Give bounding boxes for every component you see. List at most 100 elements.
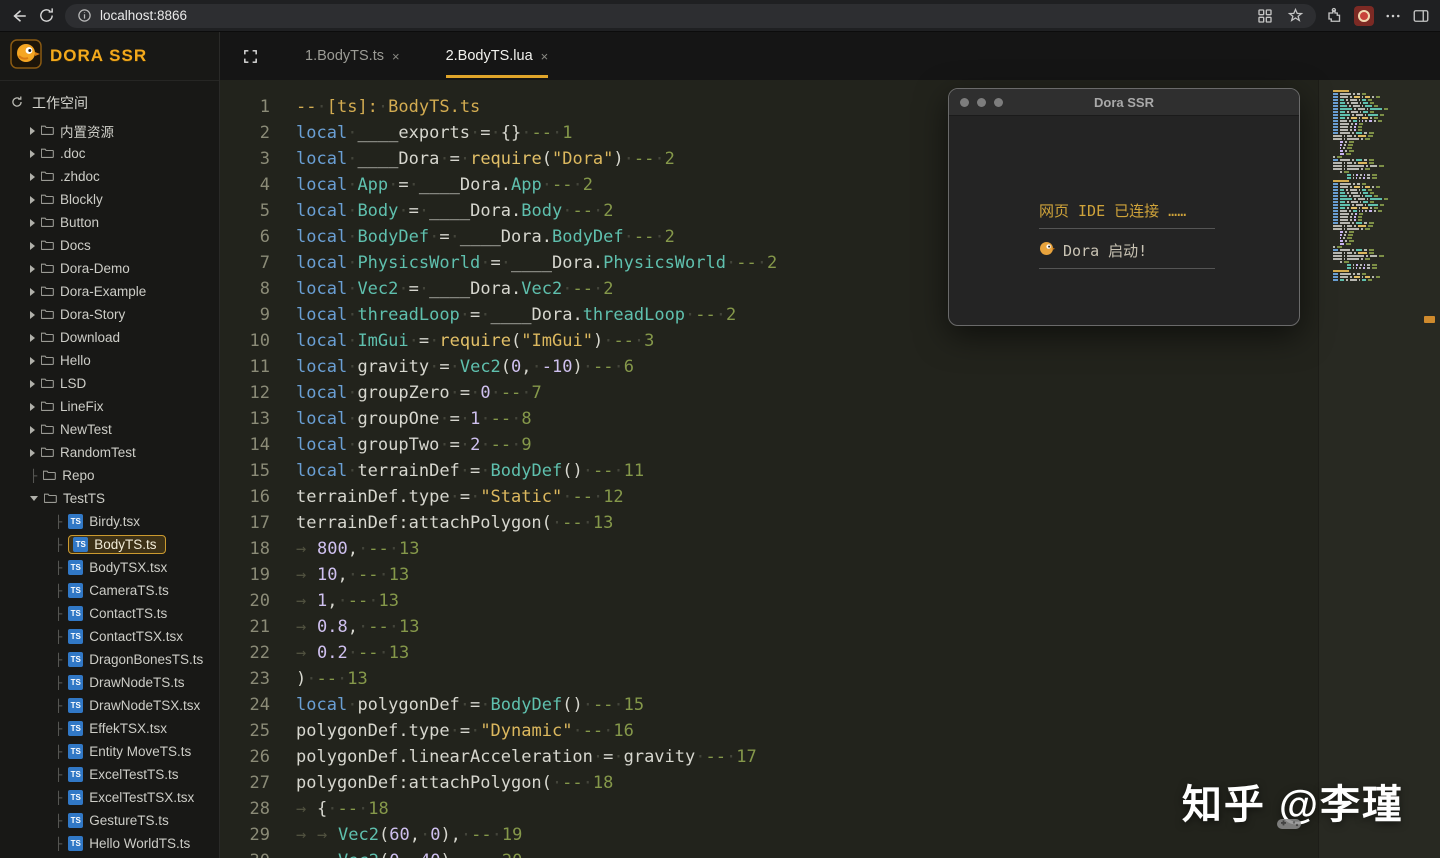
- line-number: 22: [220, 640, 270, 666]
- tree-file-DrawNodeTS.ts[interactable]: ├TSDrawNodeTS.ts: [0, 671, 219, 694]
- tree-file-Hello WorldTS.ts[interactable]: ├TSHello WorldTS.ts: [0, 832, 219, 855]
- code-line-12[interactable]: 12local·groupZero·=·0·--·7: [220, 380, 1318, 406]
- tree-file-BodyTSX.tsx[interactable]: ├TSBodyTSX.tsx: [0, 556, 219, 579]
- code-line-21[interactable]: 21→0.8,·--·13: [220, 614, 1318, 640]
- preview-window-titlebar[interactable]: Dora SSR: [949, 89, 1299, 116]
- tab-groups-icon[interactable]: [1257, 8, 1273, 24]
- tree-folder-TestTS[interactable]: TestTS: [0, 487, 219, 510]
- scrollbar-marker[interactable]: [1424, 316, 1435, 323]
- extension-avatar-icon[interactable]: [1354, 6, 1374, 26]
- tree-folder-Docs[interactable]: Docs: [0, 234, 219, 257]
- code-line-20[interactable]: 20→1,·--·13: [220, 588, 1318, 614]
- code-line-16[interactable]: 16terrainDef.type·=·"Static"·--·12: [220, 484, 1318, 510]
- code-line-13[interactable]: 13local·groupOne·=·1·--·8: [220, 406, 1318, 432]
- tree-line: ├: [55, 791, 62, 805]
- code-line-28[interactable]: 28→{·--·18: [220, 796, 1318, 822]
- chevron-right-icon: [30, 219, 35, 227]
- tree-folder-RandomTest[interactable]: RandomTest: [0, 441, 219, 464]
- tree-file-ContactTSX.tsx[interactable]: ├TSContactTSX.tsx: [0, 625, 219, 648]
- line-number: 4: [220, 172, 270, 198]
- code-line-10[interactable]: 10local·ImGui·=·require("ImGui")·--·3: [220, 328, 1318, 354]
- tab-close-icon[interactable]: ×: [392, 49, 400, 64]
- tree-file-DrawNodeTSX.tsx[interactable]: ├TSDrawNodeTSX.tsx: [0, 694, 219, 717]
- tree-folder-LSD[interactable]: LSD: [0, 372, 219, 395]
- browser-menu-icon[interactable]: [1384, 7, 1402, 25]
- side-panel-icon[interactable]: [1412, 7, 1430, 25]
- code-line-19[interactable]: 19→10,·--·13: [220, 562, 1318, 588]
- code-line-22[interactable]: 22→0.2·--·13: [220, 640, 1318, 666]
- tree-folder-Button[interactable]: Button: [0, 211, 219, 234]
- chevron-down-icon: [30, 496, 38, 501]
- minimap-column: [1318, 80, 1440, 858]
- folder-label: Button: [60, 215, 99, 230]
- tree-line: ├: [55, 745, 62, 759]
- minimap[interactable]: [1333, 90, 1430, 290]
- code-line-29[interactable]: 29→→Vec2(60,·0),·--·19: [220, 822, 1318, 848]
- tree-folder-NewTest[interactable]: NewTest: [0, 418, 219, 441]
- ts-file-icon: TS: [73, 537, 88, 552]
- code-line-11[interactable]: 11local·gravity·=·Vec2(0,·-10)·--·6: [220, 354, 1318, 380]
- code-line-18[interactable]: 18→800,·--·13: [220, 536, 1318, 562]
- tree-file-ExcelTestTS.ts[interactable]: ├TSExcelTestTS.ts: [0, 763, 219, 786]
- tree-file-DragonBonesTS.ts[interactable]: ├TSDragonBonesTS.ts: [0, 648, 219, 671]
- app-logo: DORA SSR: [0, 32, 219, 81]
- line-number: 3: [220, 146, 270, 172]
- code-line-23[interactable]: 23)·--·13: [220, 666, 1318, 692]
- bookmark-star-icon[interactable]: [1287, 7, 1304, 24]
- tree-file-GestureTS.ts[interactable]: ├TSGestureTS.ts: [0, 809, 219, 832]
- tab-bodyts-lua[interactable]: 2.BodyTS.lua ×: [446, 34, 549, 78]
- file-tree: 内置资源.doc .zhdoc Blockly Button DocsDora-Demo…: [0, 119, 219, 855]
- tree-line: ├: [55, 699, 62, 713]
- address-bar[interactable]: localhost:8866: [65, 4, 1316, 28]
- editor-area: 1.BodyTS.ts × 2.BodyTS.lua × 1--·[ts]:·B…: [220, 32, 1440, 858]
- file-label: EffekTSX.tsx: [89, 721, 167, 736]
- tree-line: ├: [55, 653, 62, 667]
- tree-folder-Dora-Example[interactable]: Dora-Example: [0, 280, 219, 303]
- tree-folder-Dora-Demo[interactable]: Dora-Demo: [0, 257, 219, 280]
- fullscreen-icon[interactable]: [242, 48, 259, 65]
- code-line-26[interactable]: 26polygonDef.linearAcceleration·=·gravit…: [220, 744, 1318, 770]
- tree-folder-Download[interactable]: Download: [0, 326, 219, 349]
- back-icon[interactable]: [10, 7, 28, 25]
- code-line-17[interactable]: 17terrainDef:attachPolygon(·--·13: [220, 510, 1318, 536]
- workspace-header[interactable]: 工作空间: [0, 81, 219, 119]
- code-line-27[interactable]: 27polygonDef:attachPolygon(·--·18: [220, 770, 1318, 796]
- extensions-icon[interactable]: [1326, 7, 1344, 25]
- tree-folder-Repo[interactable]: ├Repo: [0, 464, 219, 487]
- tree-folder-LineFix[interactable]: LineFix: [0, 395, 219, 418]
- code-line-24[interactable]: 24local·polygonDef·=·BodyDef()·--·15: [220, 692, 1318, 718]
- line-content: polygonDef:attachPolygon(·--·18: [296, 770, 613, 796]
- folder-label: NewTest: [60, 422, 112, 437]
- tab-close-icon[interactable]: ×: [541, 49, 549, 64]
- code-line-25[interactable]: 25polygonDef.type·=·"Dynamic"·--·16: [220, 718, 1318, 744]
- dora-preview-window[interactable]: Dora SSR 网页 IDE 已连接 …… Dora 启动!: [948, 88, 1300, 326]
- folder-label: .zhdoc: [60, 169, 100, 184]
- line-content: local·Vec2·=·____Dora.Vec2·--·2: [296, 276, 613, 302]
- code-line-14[interactable]: 14local·groupTwo·=·2·--·9: [220, 432, 1318, 458]
- site-info-icon[interactable]: [77, 8, 92, 23]
- code-line-30[interactable]: 30→→Vec2(0,·40),·--·20: [220, 848, 1318, 858]
- tree-folder-.zhdoc[interactable]: .zhdoc: [0, 165, 219, 188]
- tree-folder-Hello[interactable]: Hello: [0, 349, 219, 372]
- tree-folder-.doc[interactable]: .doc: [0, 142, 219, 165]
- line-content: local·____exports·=·{}·--·1: [296, 120, 573, 146]
- tree-file-EffekTSX.tsx[interactable]: ├TSEffekTSX.tsx: [0, 717, 219, 740]
- tree-file-ContactTS.ts[interactable]: ├TSContactTS.ts: [0, 602, 219, 625]
- sync-icon[interactable]: [10, 95, 24, 112]
- tab-bodyts-ts[interactable]: 1.BodyTS.ts ×: [305, 34, 400, 78]
- folder-icon: [41, 192, 54, 207]
- tree-folder-内置资源[interactable]: 内置资源: [0, 119, 219, 142]
- tree-file-Birdy.tsx[interactable]: ├TSBirdy.tsx: [0, 510, 219, 533]
- separator: [1039, 268, 1215, 269]
- tree-file-CameraTS.ts[interactable]: ├TSCameraTS.ts: [0, 579, 219, 602]
- tree-folder-Blockly[interactable]: Blockly: [0, 188, 219, 211]
- line-number: 19: [220, 562, 270, 588]
- tree-file-ExcelTestTSX.tsx[interactable]: ├TSExcelTestTSX.tsx: [0, 786, 219, 809]
- tree-file-Entity MoveTS.ts[interactable]: ├TSEntity MoveTS.ts: [0, 740, 219, 763]
- selected-file[interactable]: TSBodyTS.ts: [68, 535, 165, 554]
- file-label: DrawNodeTS.ts: [89, 675, 184, 690]
- tree-file-BodyTS.ts[interactable]: ├TSBodyTS.ts: [0, 533, 219, 556]
- tree-folder-Dora-Story[interactable]: Dora-Story: [0, 303, 219, 326]
- refresh-icon[interactable]: [38, 7, 55, 24]
- code-line-15[interactable]: 15local·terrainDef·=·BodyDef()·--·11: [220, 458, 1318, 484]
